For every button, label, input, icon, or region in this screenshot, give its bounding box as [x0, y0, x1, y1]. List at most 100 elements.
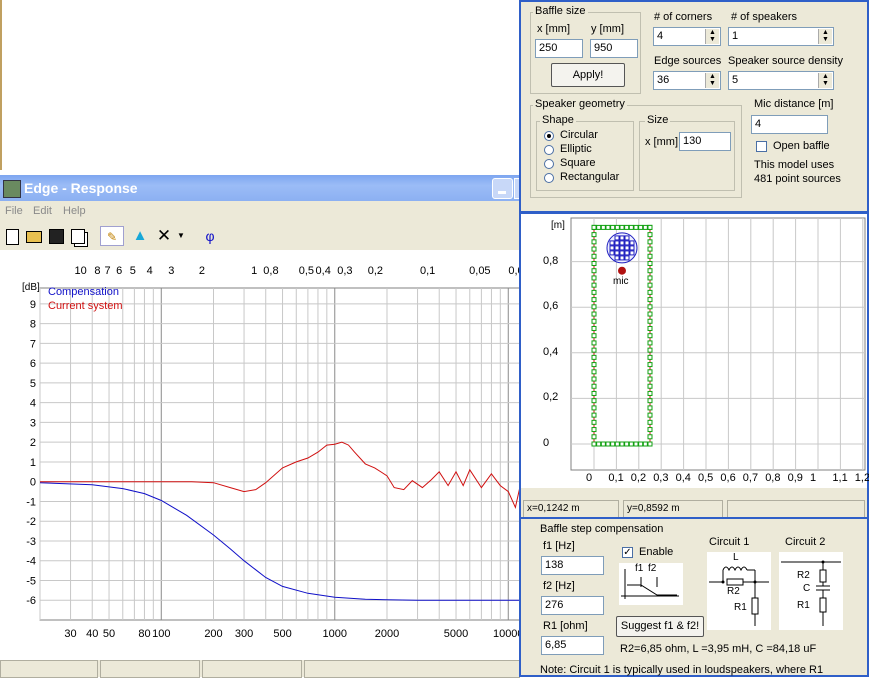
- speaker-source-point: [614, 235, 620, 241]
- settings-panel: Baffle size x [mm] y [mm] 250 950 Apply!…: [519, 0, 869, 213]
- open-icon[interactable]: [24, 226, 44, 246]
- speaker-icon[interactable]: ▲: [130, 226, 150, 246]
- baffle-y-input[interactable]: 950: [590, 39, 638, 58]
- speaker-source-point: [624, 235, 630, 241]
- size-x-label: x [mm]: [645, 136, 678, 148]
- minimize-button[interactable]: [492, 178, 513, 199]
- edge-source-point: [591, 383, 597, 389]
- response-plot-area[interactable]: -6 -5 -4 -3 -2 -1 0 1 2 3 4 5 6 7 8 9 30 40 50 80 100 200 300 5…: [0, 250, 522, 660]
- density-spinner[interactable]: 5 ▲ ▼: [728, 71, 834, 90]
- edge-source-point: [596, 224, 602, 230]
- geometry-x-tick: 0,9: [787, 472, 803, 484]
- y-tick-label: 1: [30, 457, 36, 469]
- x-tick-label: 2000: [375, 628, 399, 640]
- baffle-x-input[interactable]: 250: [535, 39, 583, 58]
- geometry-plot-area[interactable]: [m] mic 0,8 0,6 0,4 0,2 0 0 0,1 0,2 0,3 0,4 0,5 0,…: [521, 214, 869, 488]
- corners-spin-arrows-icon[interactable]: ▲ ▼: [705, 29, 719, 44]
- menu-help[interactable]: Help: [63, 205, 86, 217]
- geometry-x-tick: 0,1: [608, 472, 624, 484]
- circuit2-C: C: [803, 583, 811, 594]
- y-tick-label: -3: [26, 536, 36, 548]
- edge-source-point: [591, 282, 597, 288]
- speaker-source-point: [624, 255, 630, 261]
- wavelength-tick-label: 0,3: [337, 265, 352, 277]
- delete-icon[interactable]: ✕: [154, 226, 174, 246]
- shape-rectangular-label[interactable]: Rectangular: [560, 171, 619, 183]
- edge-source-point: [591, 253, 597, 259]
- suggest-button[interactable]: Suggest f1 & f2!: [616, 616, 704, 637]
- x-tick-label: 10000: [493, 628, 522, 640]
- edge-sources-spinner[interactable]: 36 ▲ ▼: [653, 71, 721, 90]
- menu-edit[interactable]: Edit: [33, 205, 52, 217]
- phase-button[interactable]: φ: [200, 226, 220, 246]
- shape-circular-label[interactable]: Circular: [560, 129, 598, 141]
- edge-source-point: [591, 311, 597, 317]
- shape-elliptic-radio[interactable]: [544, 145, 554, 155]
- wavelength-tick-label: 0,2: [368, 265, 383, 277]
- compensation-note: Note: Circuit 1 is typically used in lou…: [540, 664, 824, 676]
- copy-icon[interactable]: [68, 226, 88, 246]
- mic-distance-input[interactable]: 4: [751, 115, 828, 134]
- edge-source-point: [647, 390, 653, 396]
- baffle-x-label: x [mm]: [537, 23, 570, 35]
- r1-label: R1 [ohm]: [543, 620, 588, 632]
- apply-button[interactable]: Apply!: [551, 63, 625, 87]
- r1-input[interactable]: 6,85: [541, 636, 604, 655]
- density-spin-arrows-icon[interactable]: ▲ ▼: [818, 73, 832, 88]
- y-tick-label: 2: [30, 437, 36, 449]
- enable-checkbox[interactable]: ✓: [622, 547, 633, 558]
- edge-source-point: [591, 354, 597, 360]
- speaker-source-point: [619, 255, 625, 261]
- speaker-source-point: [609, 240, 615, 246]
- geometry-x-tick: 0,8: [765, 472, 781, 484]
- wavelength-tick-label: 0,4: [316, 265, 331, 277]
- circuit2-schematic-icon: [781, 560, 841, 626]
- y-tick-label: 5: [30, 378, 36, 390]
- circuit1-label: Circuit 1: [709, 536, 750, 548]
- edge-sources-spin-arrows-icon[interactable]: ▲ ▼: [705, 73, 719, 88]
- shape-elliptic-label[interactable]: Elliptic: [560, 143, 592, 155]
- edge-source-point: [605, 441, 611, 447]
- x-tick-label: 30: [64, 628, 76, 640]
- edge-source-point: [647, 282, 653, 288]
- speaker-source-point: [619, 250, 625, 256]
- edge-source-point: [624, 224, 630, 230]
- new-icon[interactable]: [2, 226, 22, 246]
- size-x-input[interactable]: 130: [679, 132, 731, 151]
- circuit1-R2: R2: [727, 586, 740, 597]
- shape-square-radio[interactable]: [544, 159, 554, 169]
- speakers-spinner[interactable]: 1 ▲ ▼: [728, 27, 834, 46]
- shape-square-label[interactable]: Square: [560, 157, 595, 169]
- f2-input[interactable]: 276: [541, 596, 604, 615]
- circuit2-R2: R2: [797, 570, 810, 581]
- delete-dropdown-icon[interactable]: ▼: [176, 226, 186, 246]
- y-tick-label: -6: [26, 595, 36, 607]
- edge-source-point: [591, 405, 597, 411]
- title-bar[interactable]: Edge - Response: [0, 175, 524, 201]
- shape-circular-radio[interactable]: [544, 131, 554, 141]
- save-icon[interactable]: [46, 226, 66, 246]
- open-baffle-label[interactable]: Open baffle: [773, 140, 830, 152]
- edge-source-point: [605, 224, 611, 230]
- corners-spinner[interactable]: 4 ▲ ▼: [653, 27, 721, 46]
- edge-source-point: [591, 376, 597, 382]
- edge-source-point: [600, 224, 606, 230]
- edge-source-point: [619, 441, 625, 447]
- edge-source-point: [591, 419, 597, 425]
- open-baffle-checkbox[interactable]: [756, 141, 767, 152]
- enable-label[interactable]: Enable: [639, 546, 673, 558]
- window-title: Edge - Response: [24, 180, 138, 196]
- wavelength-tick-label: 8: [94, 265, 100, 277]
- f1-input[interactable]: 138: [541, 556, 604, 575]
- shape-rectangular-radio[interactable]: [544, 173, 554, 183]
- menu-file[interactable]: File: [5, 205, 23, 217]
- edge-source-point: [638, 224, 644, 230]
- edit-pen-icon[interactable]: ✎: [100, 226, 124, 246]
- edge-source-point: [591, 268, 597, 274]
- baffle-y-label: y [mm]: [591, 23, 624, 35]
- wavelength-tick-label: 0,5: [299, 265, 314, 277]
- speaker-source-point: [614, 255, 620, 261]
- speaker-source-point: [614, 245, 620, 251]
- speakers-spin-arrows-icon[interactable]: ▲ ▼: [818, 29, 832, 44]
- f1-label: f1 [Hz]: [543, 540, 575, 552]
